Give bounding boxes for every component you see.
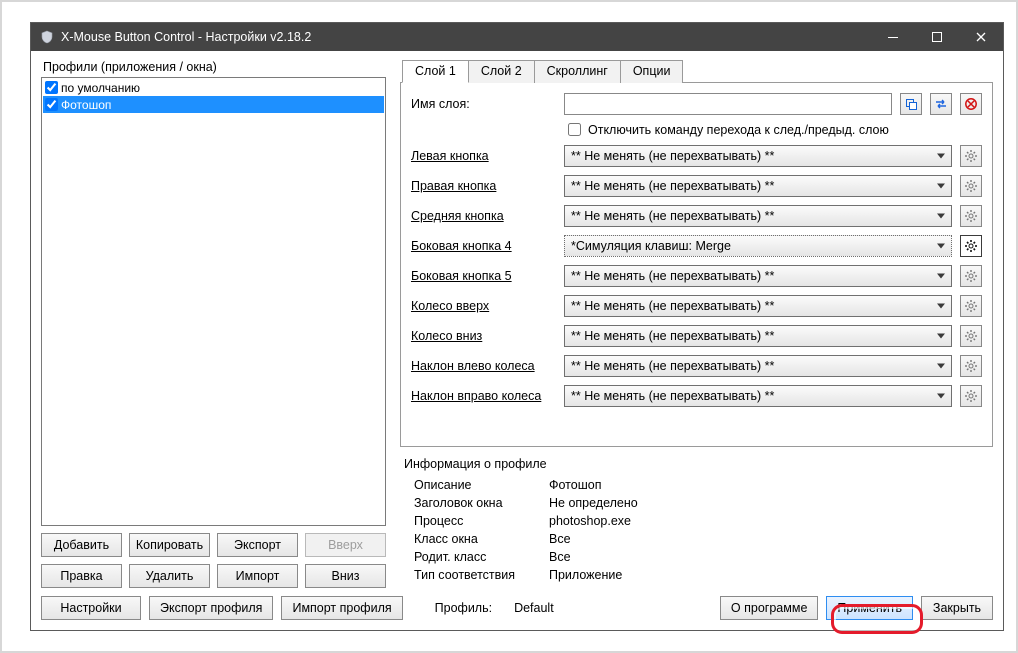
wu-gear[interactable] <box>960 295 982 317</box>
app-icon <box>39 29 55 45</box>
tab-layer1[interactable]: Слой 1 <box>402 60 469 83</box>
lb-gear[interactable] <box>960 145 982 167</box>
profile-label: по умолчанию <box>61 81 140 95</box>
tl-gear[interactable] <box>960 355 982 377</box>
maximize-button[interactable] <box>915 23 959 51</box>
profile-key: Профиль: <box>435 601 492 615</box>
add-button[interactable]: Добавить <box>41 533 122 557</box>
pi-pcls-v: Все <box>549 550 989 564</box>
wd-dropdown[interactable]: ** Не менять (не перехватывать) ** <box>564 325 952 347</box>
wd-gear[interactable] <box>960 325 982 347</box>
client-area: Профили (приложения / окна) по умолчанию… <box>31 51 1003 630</box>
tr-label: Наклон вправо колеса <box>411 389 556 403</box>
minimize-button[interactable] <box>871 23 915 51</box>
wd-label: Колесо вниз <box>411 329 556 343</box>
tab-body: Имя слоя: <box>400 82 993 447</box>
profile-label: Фотошоп <box>61 98 111 112</box>
tr-dropdown[interactable]: ** Не менять (не перехватывать) ** <box>564 385 952 407</box>
pi-mt-k: Тип соответствия <box>404 568 549 582</box>
mb-gear[interactable] <box>960 205 982 227</box>
profiles-list[interactable]: по умолчанию Фотошоп <box>41 77 386 526</box>
edit-button[interactable]: Правка <box>41 564 122 588</box>
app-window: X-Mouse Button Control - Настройки v2.18… <box>30 22 1004 631</box>
close-button[interactable] <box>959 23 1003 51</box>
export-profile-button[interactable]: Экспорт профиля <box>149 596 273 620</box>
reset-layer-button[interactable] <box>960 93 982 115</box>
lb-dropdown[interactable]: ** Не менять (не перехватывать) ** <box>564 145 952 167</box>
tabs: Слой 1 Слой 2 Скроллинг Опции <box>402 59 993 82</box>
profile-item-default[interactable]: по умолчанию <box>43 79 384 96</box>
apply-button[interactable]: Применить <box>826 596 913 620</box>
tl-dropdown[interactable]: ** Не менять (не перехватывать) ** <box>564 355 952 377</box>
s5-gear[interactable] <box>960 265 982 287</box>
profile-checkbox[interactable] <box>45 81 58 94</box>
pi-cls-k: Класс окна <box>404 532 549 546</box>
profile-info-title: Информация о профиле <box>404 457 989 471</box>
about-button[interactable]: О программе <box>720 596 818 620</box>
profiles-header: Профили (приложения / окна) <box>41 59 386 77</box>
mb-label: Средняя кнопка <box>411 209 556 223</box>
gear-icon <box>964 329 978 343</box>
layer-name-input[interactable] <box>564 93 892 115</box>
pi-wt-v: Не определено <box>549 496 989 510</box>
profile-info: Информация о профиле ОписаниеФотошоп Заг… <box>400 453 993 588</box>
s4-label: Боковая кнопка 4 <box>411 239 556 253</box>
import-button[interactable]: Импорт <box>217 564 298 588</box>
profile-value: Default <box>514 601 554 615</box>
rb-label: Правая кнопка <box>411 179 556 193</box>
gear-icon <box>964 149 978 163</box>
s5-dropdown[interactable]: ** Не менять (не перехватывать) ** <box>564 265 952 287</box>
disable-switch-checkbox[interactable] <box>568 123 581 136</box>
pi-pcls-k: Родит. класс <box>404 550 549 564</box>
layer-panel: Слой 1 Слой 2 Скроллинг Опции Имя слоя: <box>400 59 993 588</box>
tab-scrolling[interactable]: Скроллинг <box>534 60 621 83</box>
pi-desc-v: Фотошоп <box>549 478 989 492</box>
s4-dropdown[interactable]: *Симуляция клавиш: Merge <box>564 235 952 257</box>
pi-desc-k: Описание <box>404 478 549 492</box>
gear-icon <box>964 299 978 313</box>
pi-wt-k: Заголовок окна <box>404 496 549 510</box>
window-title: X-Mouse Button Control - Настройки v2.18… <box>61 30 311 44</box>
current-profile: Профиль: Default <box>435 601 554 615</box>
disable-switch-label: Отключить команду перехода к след./преды… <box>588 123 889 137</box>
swap-layer-button[interactable] <box>930 93 952 115</box>
titlebar: X-Mouse Button Control - Настройки v2.18… <box>31 23 1003 51</box>
pi-proc-v: photoshop.exe <box>549 514 989 528</box>
import-profile-button[interactable]: Импорт профиля <box>281 596 402 620</box>
copy-layer-button[interactable] <box>900 93 922 115</box>
gear-icon <box>964 269 978 283</box>
gear-icon <box>964 359 978 373</box>
gear-icon <box>964 209 978 223</box>
gear-icon <box>964 239 978 253</box>
pi-mt-v: Приложение <box>549 568 989 582</box>
gear-icon <box>964 179 978 193</box>
rb-gear[interactable] <box>960 175 982 197</box>
profiles-panel: Профили (приложения / окна) по умолчанию… <box>41 59 386 588</box>
rb-dropdown[interactable]: ** Не менять (не перехватывать) ** <box>564 175 952 197</box>
wu-label: Колесо вверх <box>411 299 556 313</box>
s4-gear[interactable] <box>960 235 982 257</box>
pi-proc-k: Процесс <box>404 514 549 528</box>
close-button-bottom[interactable]: Закрыть <box>921 596 993 620</box>
s5-label: Боковая кнопка 5 <box>411 269 556 283</box>
tab-options[interactable]: Опции <box>620 60 684 83</box>
export-button[interactable]: Экспорт <box>217 533 298 557</box>
tr-gear[interactable] <box>960 385 982 407</box>
delete-button[interactable]: Удалить <box>129 564 210 588</box>
profile-checkbox[interactable] <box>45 98 58 111</box>
layer-name-label: Имя слоя: <box>411 97 556 111</box>
wu-dropdown[interactable]: ** Не менять (не перехватывать) ** <box>564 295 952 317</box>
bottom-bar: Настройки Экспорт профиля Импорт профиля… <box>41 596 993 620</box>
gear-icon <box>964 389 978 403</box>
pi-cls-v: Все <box>549 532 989 546</box>
mb-dropdown[interactable]: ** Не менять (не перехватывать) ** <box>564 205 952 227</box>
lb-label: Левая кнопка <box>411 149 556 163</box>
tab-layer2[interactable]: Слой 2 <box>468 60 535 83</box>
down-button[interactable]: Вниз <box>305 564 386 588</box>
copy-button[interactable]: Копировать <box>129 533 210 557</box>
profile-item-photoshop[interactable]: Фотошоп <box>43 96 384 113</box>
tl-label: Наклон влево колеса <box>411 359 556 373</box>
up-button: Вверх <box>305 533 386 557</box>
settings-button[interactable]: Настройки <box>41 596 141 620</box>
